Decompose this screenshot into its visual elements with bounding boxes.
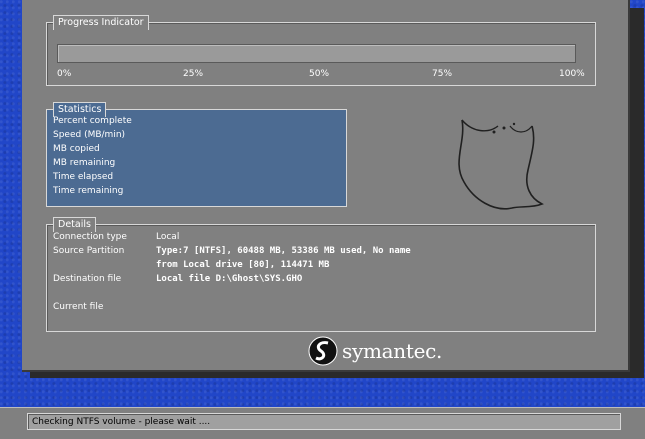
progress-tick-50: 50%	[309, 69, 330, 79]
statistics-title: Statistics	[53, 102, 107, 117]
progress-tick-75: 75%	[432, 69, 453, 79]
stat-speed: Speed (MB/min)	[53, 130, 126, 140]
current-file-label: Current file	[53, 302, 104, 312]
symantec-logo: symantec.	[308, 336, 442, 366]
source-partition-label: Source Partition	[53, 246, 125, 256]
symantec-logo-icon	[308, 336, 338, 366]
stat-time-elapsed: Time elapsed	[53, 172, 114, 182]
symantec-wordmark: symantec.	[342, 339, 443, 363]
progress-indicator-title: Progress Indicator	[53, 15, 149, 30]
stat-mb-copied: MB copied	[53, 144, 100, 154]
destination-file-value: Local file D:\Ghost\SYS.GHO	[156, 274, 303, 284]
progress-tick-25: 25%	[183, 69, 204, 79]
progress-bar	[57, 44, 576, 63]
progress-tick-100: 100%	[559, 69, 585, 79]
stat-mb-remaining: MB remaining	[53, 158, 116, 168]
details-title: Details	[53, 217, 96, 232]
ghost-main-window: Progress Indicator 0% 25% 50% 75% 100% S…	[22, 0, 630, 372]
details-group: Details Connection type Local Source Par…	[46, 217, 596, 332]
stat-percent-complete: Percent complete	[53, 116, 132, 126]
progress-indicator-group: Progress Indicator 0% 25% 50% 75% 100%	[46, 15, 596, 86]
progress-tick-0: 0%	[57, 69, 72, 79]
status-bar: Checking NTFS volume - please wait ....	[0, 407, 645, 439]
connection-type-label: Connection type	[53, 232, 127, 242]
destination-file-label: Destination file	[53, 274, 122, 284]
ghost-logo-icon	[458, 119, 544, 210]
connection-type-value: Local	[156, 232, 180, 242]
source-partition-line1: Type:7 [NTFS], 60488 MB, 53386 MB used, …	[156, 246, 411, 256]
status-message: Checking NTFS volume - please wait ....	[27, 413, 621, 430]
stat-time-remaining: Time remaining	[53, 186, 124, 196]
source-partition-line2: from Local drive [80], 114471 MB	[156, 260, 330, 270]
statistics-group: Statistics Percent complete Speed (MB/mi…	[46, 102, 347, 207]
